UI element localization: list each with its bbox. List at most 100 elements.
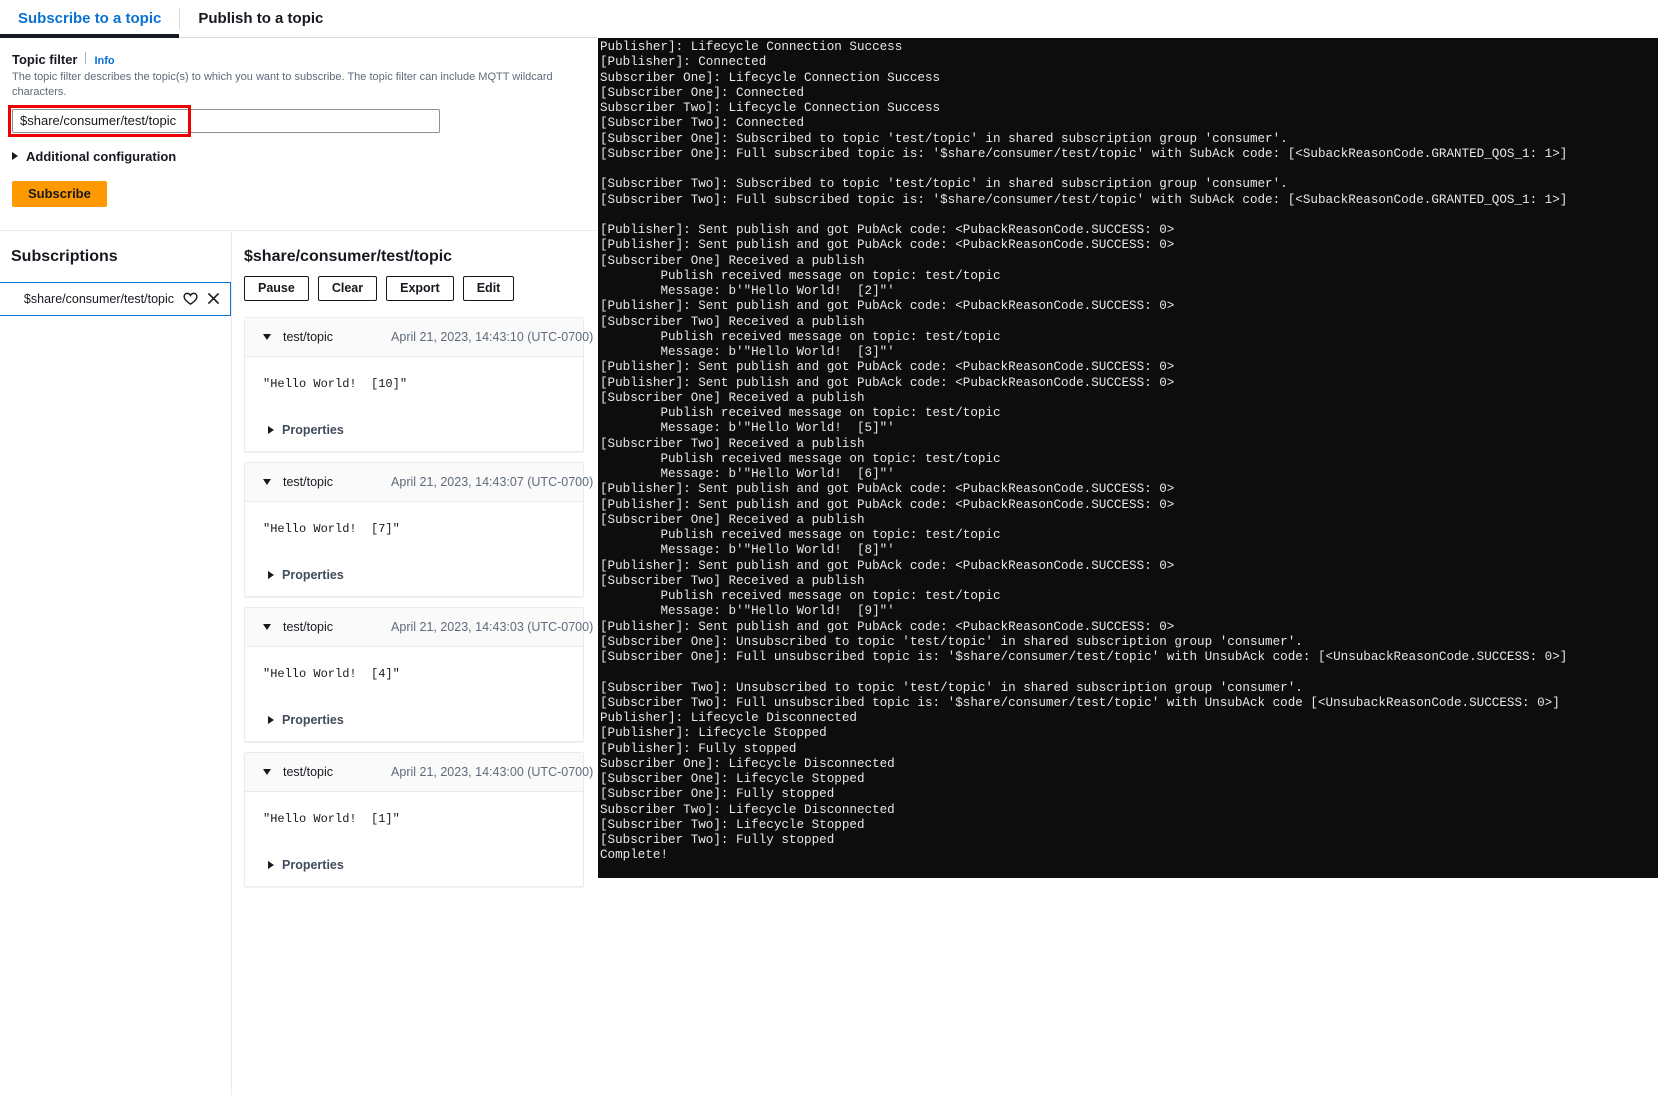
close-icon[interactable]: [207, 292, 220, 305]
terminal-line: Message: b'"Hello World! [6]"': [600, 467, 1658, 482]
terminal-line: Message: b'"Hello World! [9]"': [600, 604, 1658, 619]
terminal-line: [Publisher]: Fully stopped: [600, 742, 1658, 757]
properties-label: Properties: [282, 568, 344, 582]
topic-filter-label-row: Topic filter Info: [12, 52, 585, 67]
message-card: test/topicApril 21, 2023, 14:43:03 (UTC-…: [244, 607, 584, 742]
message-card-header[interactable]: test/topicApril 21, 2023, 14:43:07 (UTC-…: [245, 463, 583, 502]
terminal-line: [Publisher]: Sent publish and got PubAck…: [600, 360, 1658, 375]
message-list: test/topic April 21, 2023, 14:43:10 (UTC-…: [244, 317, 597, 887]
topic-filter-input[interactable]: [12, 109, 440, 133]
message-timestamp: April 21, 2023, 14:43:07 (UTC-0700): [391, 475, 593, 489]
heart-icon[interactable]: [183, 292, 198, 306]
terminal-line: [Publisher]: Sent publish and got PubAck…: [600, 620, 1658, 635]
additional-configuration-expander[interactable]: Additional configuration: [12, 149, 176, 164]
chevron-down-icon: [263, 334, 271, 340]
terminal-line: [Publisher]: Sent publish and got PubAck…: [600, 299, 1658, 314]
terminal-line: Message: b'"Hello World! [8]"': [600, 543, 1658, 558]
tab-subscribe-to-a-topic[interactable]: Subscribe to a topic: [0, 0, 179, 37]
terminal-line: [Subscriber Two]: Full subscribed topic …: [600, 193, 1658, 208]
subscriptions-title: Subscriptions: [0, 231, 231, 266]
terminal-line: Publish received message on topic: test/…: [600, 528, 1658, 543]
terminal-line: [Subscriber One]: Lifecycle Stopped: [600, 772, 1658, 787]
properties-expander[interactable]: Properties: [268, 858, 344, 872]
terminal-output-panel[interactable]: Publisher]: Lifecycle Connection Success…: [598, 38, 1658, 878]
subscriptions-area: Subscriptions $share/consumer/test/topic: [0, 231, 597, 1095]
terminal-line: [600, 208, 1658, 223]
message-payload: "Hello World! [1]": [263, 812, 583, 826]
pause-button[interactable]: Pause: [244, 276, 309, 301]
properties-label: Properties: [282, 423, 344, 437]
subscribe-form: Topic filter Info The topic filter descr…: [0, 38, 597, 207]
message-payload: "Hello World! [10]": [263, 377, 583, 391]
terminal-line: [Publisher]: Sent publish and got PubAck…: [600, 238, 1658, 253]
terminal-line: [Publisher]: Sent publish and got PubAck…: [600, 223, 1658, 238]
chevron-right-icon: [12, 152, 18, 160]
message-timestamp: April 21, 2023, 14:43:10 (UTC-0700): [391, 330, 593, 344]
terminal-line: [Subscriber One]: Full unsubscribed topi…: [600, 650, 1658, 665]
message-card-body: "Hello World! [7]" Properties: [245, 502, 583, 582]
info-link[interactable]: Info: [94, 55, 114, 67]
clear-button[interactable]: Clear: [318, 276, 377, 301]
properties-expander[interactable]: Properties: [268, 568, 344, 582]
terminal-line: [600, 162, 1658, 177]
message-card-body: "Hello World! [1]" Properties: [245, 792, 583, 872]
terminal-line: Subscriber One]: Lifecycle Disconnected: [600, 757, 1658, 772]
terminal-line: [Subscriber One]: Fully stopped: [600, 787, 1658, 802]
properties-expander[interactable]: Properties: [268, 713, 344, 727]
terminal-line: [600, 665, 1658, 680]
message-topic: test/topic: [283, 765, 333, 779]
console-pane: Subscribe to a topic Publish to a topic …: [0, 0, 597, 1095]
terminal-line: [Subscriber One]: Full subscribed topic …: [600, 147, 1658, 162]
mqtt-test-client-screen: Subscribe to a topic Publish to a topic …: [0, 0, 1658, 1095]
terminal-line: Publisher]: Lifecycle Connection Success: [600, 40, 1658, 55]
tab-label: Publish to a topic: [198, 10, 323, 27]
terminal-line: [Subscriber Two] Received a publish: [600, 574, 1658, 589]
message-topic: test/topic: [283, 330, 333, 344]
terminal-line: [Subscriber One] Received a publish: [600, 254, 1658, 269]
label-divider: [85, 52, 86, 64]
terminal-line: [Publisher]: Sent publish and got PubAck…: [600, 559, 1658, 574]
additional-configuration-label: Additional configuration: [26, 149, 176, 164]
terminal-line: [Subscriber Two]: Full unsubscribed topi…: [600, 696, 1658, 711]
terminal-line: [Subscriber One]: Unsubscribed to topic …: [600, 635, 1658, 650]
edit-button[interactable]: Edit: [463, 276, 515, 301]
terminal-line: [Subscriber Two]: Fully stopped: [600, 833, 1658, 848]
subscription-list-item[interactable]: $share/consumer/test/topic: [0, 282, 231, 316]
terminal-line: [Subscriber Two] Received a publish: [600, 315, 1658, 330]
terminal-line: [Subscriber Two]: Connected: [600, 116, 1658, 131]
chevron-down-icon: [263, 769, 271, 775]
message-timestamp: April 21, 2023, 14:43:00 (UTC-0700): [391, 765, 593, 779]
tab-bar: Subscribe to a topic Publish to a topic: [0, 0, 597, 38]
terminal-line: Message: b'"Hello World! [2]"': [600, 284, 1658, 299]
message-timestamp: April 21, 2023, 14:43:03 (UTC-0700): [391, 620, 593, 634]
tab-publish-to-a-topic[interactable]: Publish to a topic: [180, 0, 341, 37]
terminal-line: Message: b'"Hello World! [3]"': [600, 345, 1658, 360]
tab-label: Subscribe to a topic: [18, 10, 161, 27]
terminal-line: [Subscriber Two]: Subscribed to topic 't…: [600, 177, 1658, 192]
message-card-header[interactable]: test/topicApril 21, 2023, 14:43:00 (UTC-…: [245, 753, 583, 792]
message-card-header[interactable]: test/topicApril 21, 2023, 14:43:10 (UTC-…: [245, 318, 583, 357]
chevron-right-icon: [268, 426, 274, 434]
terminal-line: [Subscriber One]: Connected: [600, 86, 1658, 101]
message-payload: "Hello World! [7]": [263, 522, 583, 536]
subscriptions-sidebar: Subscriptions $share/consumer/test/topic: [0, 231, 232, 1095]
message-card: test/topicApril 21, 2023, 14:43:07 (UTC-…: [244, 462, 584, 597]
terminal-line: Subscriber Two]: Lifecycle Connection Su…: [600, 101, 1658, 116]
subscribe-button[interactable]: Subscribe: [12, 181, 107, 207]
terminal-line: [Publisher]: Sent publish and got PubAck…: [600, 376, 1658, 391]
terminal-line: [Publisher]: Connected: [600, 55, 1658, 70]
export-button[interactable]: Export: [386, 276, 454, 301]
terminal-line: [Publisher]: Lifecycle Stopped: [600, 726, 1658, 741]
messages-heading: $share/consumer/test/topic: [244, 231, 597, 266]
properties-expander[interactable]: Properties: [268, 423, 344, 437]
chevron-right-icon: [268, 716, 274, 724]
terminal-line: Publish received message on topic: test/…: [600, 406, 1658, 421]
chevron-right-icon: [268, 571, 274, 579]
terminal-text: Publisher]: Lifecycle Connection Success…: [598, 38, 1658, 864]
subscription-label: $share/consumer/test/topic: [24, 292, 174, 306]
terminal-line: Complete!: [600, 848, 1658, 863]
messages-toolbar: Pause Clear Export Edit: [244, 276, 597, 301]
message-card-header[interactable]: test/topicApril 21, 2023, 14:43:03 (UTC-…: [245, 608, 583, 647]
message-topic: test/topic: [283, 620, 333, 634]
chevron-down-icon: [263, 624, 271, 630]
